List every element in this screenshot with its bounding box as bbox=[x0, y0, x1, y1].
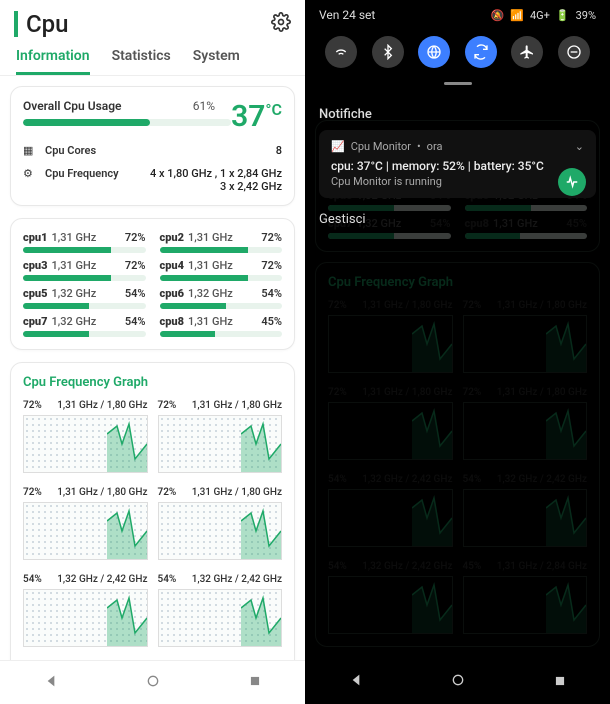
settings-button[interactable] bbox=[271, 12, 291, 36]
overall-label: Overall Cpu Usage bbox=[23, 99, 122, 113]
battery-pct: 39% bbox=[576, 9, 596, 22]
graph-cell: 72%1,31 GHz / 1,80 GHz bbox=[158, 487, 283, 560]
graph-card: Cpu Frequency Graph 72%1,31 GHz / 1,80 G… bbox=[10, 362, 295, 660]
status-bar: Ven 24 set 🔕 📶 4G+ 🔋 39% bbox=[319, 8, 596, 22]
graph-cell: 72%1,31 GHz / 1,80 GHz bbox=[463, 387, 588, 460]
square-recent-icon bbox=[553, 674, 567, 688]
notif-badge[interactable] bbox=[558, 168, 586, 196]
nav-bar-right bbox=[305, 660, 610, 704]
graph-cell: 54%1,32 GHz / 2,42 GHz bbox=[328, 561, 453, 634]
nav-recent[interactable] bbox=[248, 673, 262, 692]
pulse-badge-icon bbox=[565, 175, 579, 189]
dnd-icon bbox=[566, 44, 582, 60]
tab-statistics[interactable]: Statistics bbox=[112, 48, 171, 75]
qs-wifi[interactable] bbox=[325, 36, 357, 68]
qs-bluetooth[interactable] bbox=[372, 36, 404, 68]
square-recent-icon bbox=[248, 674, 262, 688]
triangle-back-icon bbox=[348, 672, 364, 688]
triangle-back-icon bbox=[43, 673, 59, 689]
core-cell: cpu81,31 GHz45% bbox=[160, 315, 283, 337]
status-icons: 🔕 📶 4G+ 🔋 39% bbox=[491, 9, 596, 22]
page-title: Cpu bbox=[26, 10, 271, 38]
graph-cell: 72%1,31 GHz / 1,80 GHz bbox=[23, 487, 148, 560]
circle-home-icon bbox=[145, 673, 161, 689]
graph-cell: 54%1,32 GHz / 2,42 GHz bbox=[463, 474, 588, 547]
shade-top: Ven 24 set 🔕 📶 4G+ 🔋 39% bbox=[305, 0, 610, 97]
tab-system[interactable]: System bbox=[193, 48, 240, 75]
graph-cell: 45%1,31 GHz / 2,84 GHz bbox=[463, 561, 588, 634]
circle-home-icon bbox=[450, 672, 466, 688]
graph-cell: 72%1,31 GHz / 1,80 GHz bbox=[328, 300, 453, 373]
chip-icon: ⚙ bbox=[23, 167, 39, 180]
qs-data[interactable] bbox=[418, 36, 450, 68]
shade-handle[interactable] bbox=[444, 82, 472, 85]
status-date: Ven 24 set bbox=[319, 8, 375, 22]
nav-back-r[interactable] bbox=[348, 672, 364, 692]
app-left-panel: Cpu Information Statistics System Overal… bbox=[0, 0, 305, 704]
notif-text: cpu: 37°C | memory: 52% | battery: 35°C bbox=[331, 159, 584, 173]
gear-icon bbox=[271, 12, 291, 32]
manage-link[interactable]: Gestisci bbox=[319, 212, 596, 227]
spec-freq: ⚙ Cpu Frequency 4 x 1,80 GHz , 1 x 2,84 … bbox=[23, 167, 282, 193]
notif-app-row: 📈 Cpu Monitor • ora ⌄ bbox=[331, 140, 584, 153]
qs-sync[interactable] bbox=[465, 36, 497, 68]
core-cell: cpu71,32 GHz54% bbox=[23, 315, 146, 337]
core-cell: cpu41,31 GHz72% bbox=[160, 259, 283, 281]
airplane-icon bbox=[519, 44, 535, 60]
quick-settings bbox=[319, 22, 596, 74]
graph-cell: 72%1,31 GHz / 1,80 GHz bbox=[23, 400, 148, 473]
wifi-icon bbox=[333, 44, 349, 60]
bluetooth-icon bbox=[380, 44, 396, 60]
nav-back[interactable] bbox=[43, 673, 59, 693]
core-cell: cpu61,32 GHz54% bbox=[160, 287, 283, 309]
content: Overall Cpu Usage 61% 37°C ▦ Cpu Cores 8… bbox=[0, 76, 305, 660]
qs-airplane[interactable] bbox=[511, 36, 543, 68]
sync-icon bbox=[473, 44, 489, 60]
tab-information[interactable]: Information bbox=[16, 48, 90, 75]
core-cell: cpu51,32 GHz54% bbox=[23, 287, 146, 309]
nav-home[interactable] bbox=[145, 673, 161, 693]
app-header: Cpu bbox=[0, 0, 305, 42]
notifications-header: Notifiche bbox=[319, 107, 596, 122]
notif-subtext: Cpu Monitor is running bbox=[331, 175, 584, 188]
graph-cell: 54%1,32 GHz / 2,42 GHz bbox=[158, 574, 283, 647]
spec-cores: ▦ Cpu Cores 8 bbox=[23, 144, 282, 157]
cpu-temp: 37°C bbox=[231, 99, 282, 134]
graph-title: Cpu Frequency Graph bbox=[23, 375, 282, 390]
core-cell: cpu21,31 GHz72% bbox=[160, 231, 283, 253]
core-cell: cpu31,31 GHz72% bbox=[23, 259, 146, 281]
overall-pct: 61% bbox=[193, 99, 215, 113]
grid-icon: ▦ bbox=[23, 144, 39, 157]
tabs: Information Statistics System bbox=[0, 42, 305, 76]
signal-icon: 📶 bbox=[510, 9, 524, 22]
battery-icon: 🔋 bbox=[556, 9, 570, 22]
nav-recent-r[interactable] bbox=[553, 673, 567, 692]
network-label: 4G+ bbox=[530, 9, 550, 22]
nav-home-r[interactable] bbox=[450, 672, 466, 692]
graph-cell: 72%1,31 GHz / 1,80 GHz bbox=[158, 400, 283, 473]
graph-cell: 72%1,31 GHz / 1,80 GHz bbox=[328, 387, 453, 460]
graph-cell: 54%1,32 GHz / 2,42 GHz bbox=[328, 474, 453, 547]
graph-cell: 54%1,32 GHz / 2,42 GHz bbox=[23, 574, 148, 647]
cores-card: cpu11,31 GHz72% cpu21,31 GHz72% cpu31,31 G… bbox=[10, 218, 295, 350]
mute-icon: 🔕 bbox=[491, 9, 505, 22]
collapse-icon[interactable]: ⌄ bbox=[575, 140, 584, 153]
globe-icon bbox=[426, 44, 442, 60]
nav-bar bbox=[0, 660, 305, 704]
pulse-icon: 📈 bbox=[331, 140, 345, 153]
notifications-section: Notifiche 📈 Cpu Monitor • ora ⌄ cpu: 37°… bbox=[305, 97, 610, 237]
qs-dnd[interactable] bbox=[558, 36, 590, 68]
overall-bar bbox=[23, 119, 231, 126]
overall-card: Overall Cpu Usage 61% 37°C ▦ Cpu Cores 8… bbox=[10, 86, 295, 206]
notification-card[interactable]: 📈 Cpu Monitor • ora ⌄ cpu: 37°C | memory… bbox=[319, 130, 596, 198]
notification-shade-panel: cpu11,31 GHz72%cpu21,31 GHz72%cpu31,31 G… bbox=[305, 0, 610, 704]
accent-bar bbox=[14, 11, 18, 37]
core-cell: cpu11,31 GHz72% bbox=[23, 231, 146, 253]
graph-cell: 72%1,31 GHz / 1,80 GHz bbox=[463, 300, 588, 373]
